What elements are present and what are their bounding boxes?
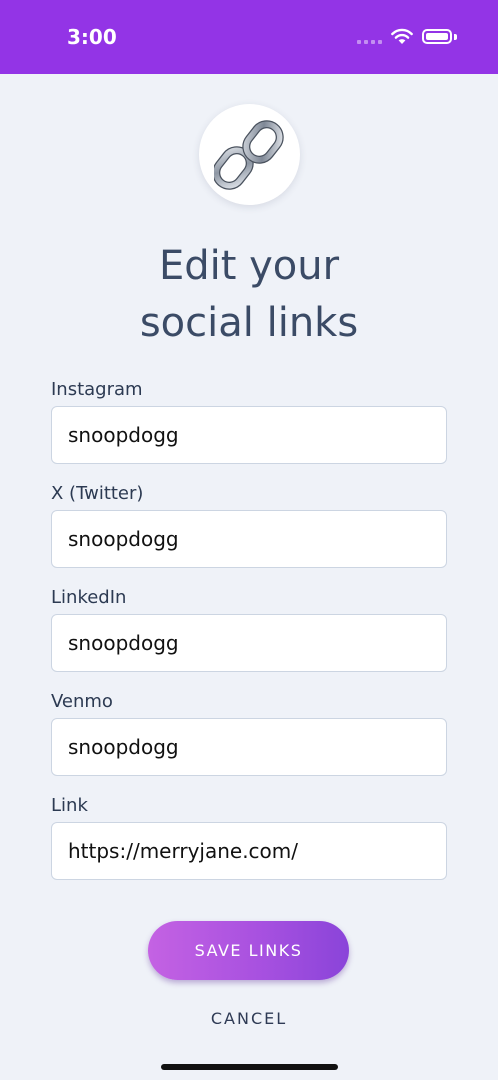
save-links-button[interactable]: SAVE LINKS: [148, 921, 349, 980]
link-icon: [214, 120, 284, 190]
cancel-button[interactable]: CANCEL: [0, 1008, 498, 1030]
linkedin-input[interactable]: [52, 615, 446, 671]
linkedin-field-container: [51, 614, 447, 672]
venmo-label: Venmo: [51, 691, 113, 712]
home-indicator[interactable]: [161, 1064, 338, 1070]
cellular-signal-icon: [357, 40, 383, 46]
link-input[interactable]: [52, 823, 446, 879]
instagram-field-container: [51, 406, 447, 464]
page-title: Edit your social links: [0, 238, 498, 352]
twitter-label: X (Twitter): [51, 483, 144, 504]
page-title-line-2: social links: [139, 300, 359, 346]
venmo-field-container: [51, 718, 447, 776]
status-bar: 3:00: [0, 0, 498, 74]
link-label: Link: [51, 795, 88, 816]
instagram-input[interactable]: [52, 407, 446, 463]
twitter-field-container: [51, 510, 447, 568]
page-title-line-1: Edit your: [158, 243, 340, 289]
linkedin-label: LinkedIn: [51, 587, 127, 608]
twitter-input[interactable]: [52, 511, 446, 567]
wifi-icon: [391, 28, 413, 44]
link-field-container: [51, 822, 447, 880]
battery-cap: [454, 34, 457, 40]
venmo-input[interactable]: [52, 719, 446, 775]
status-time: 3:00: [67, 25, 117, 49]
instagram-label: Instagram: [51, 379, 143, 400]
link-icon-container: [199, 104, 300, 205]
battery-icon: [422, 29, 452, 44]
